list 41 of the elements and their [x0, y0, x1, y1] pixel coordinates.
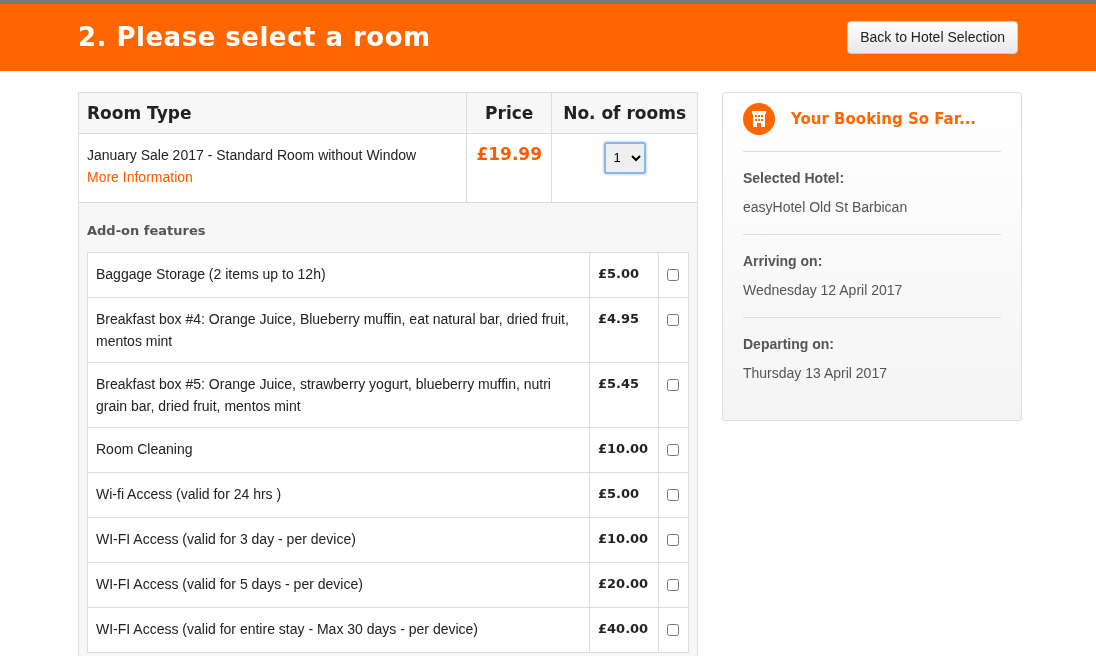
addon-checkbox[interactable] [667, 534, 679, 546]
addon-name: Breakfast box #5: Orange Juice, strawberry yogurt, blueberry muffin, nutri grain bar, dried fruit, mentos mint [96, 376, 551, 414]
addon-name: Baggage Storage (2 items up to 12h) [96, 266, 326, 282]
addon-price: £5.45 [598, 376, 640, 391]
addon-name: WI-FI Access (valid for entire stay - Max 30 days - per device) [96, 621, 478, 637]
page-title: 2. Please select a room [78, 21, 431, 54]
addon-checkbox[interactable] [667, 269, 679, 281]
addon-name: WI-FI Access (valid for 3 day - per device) [96, 531, 356, 547]
column-header: Room Type [78, 92, 467, 133]
hotel-icon [743, 103, 775, 135]
addon-checkbox[interactable] [667, 379, 679, 391]
summary-label: Departing on: [743, 335, 835, 354]
summary-value: Thursday 13 April 2017 [743, 364, 888, 383]
addon-price: £5.00 [598, 486, 640, 501]
summary-value: easyHotel Old St Barbican [743, 198, 909, 217]
back-button[interactable]: Back to Hotel Selection [847, 21, 1018, 54]
section-heading: Add-on features [87, 221, 207, 240]
summary-label: Selected Hotel: [743, 169, 846, 188]
summary-value: Wednesday 12 April 2017 [743, 281, 904, 300]
addon-name: Room Cleaning [96, 441, 193, 457]
column-header: No. of rooms [551, 92, 698, 133]
column-header: Price [466, 92, 552, 133]
summary-label: Arriving on: [743, 252, 824, 271]
addon-price: £20.00 [598, 576, 649, 591]
room-price: £19.99 [476, 143, 542, 164]
addon-checkbox[interactable] [667, 314, 679, 326]
addon-price: £10.00 [598, 531, 649, 546]
addon-checkbox[interactable] [667, 489, 679, 501]
addon-price: £5.00 [598, 266, 640, 281]
addon-checkbox[interactable] [667, 579, 679, 591]
addon-price: £40.00 [598, 621, 649, 636]
room-name: January Sale 2017 - Standard Room without Window [87, 145, 418, 165]
addon-name: WI-FI Access (valid for 5 days - per device) [96, 576, 363, 592]
addon-name: Breakfast box #4: Orange Juice, Blueberry muffin, eat natural bar, dried fruit, mentos mint [96, 311, 569, 349]
addon-checkbox[interactable] [667, 624, 679, 636]
panel-title: Your Booking So Far... [791, 108, 977, 130]
quantity-select[interactable]: 1 [603, 141, 646, 174]
addon-checkbox[interactable] [667, 444, 679, 456]
addon-name: Wi-fi Access (valid for 24 hrs ) [96, 486, 282, 502]
addon-price: £4.95 [598, 311, 640, 326]
addon-price: £10.00 [598, 441, 649, 456]
